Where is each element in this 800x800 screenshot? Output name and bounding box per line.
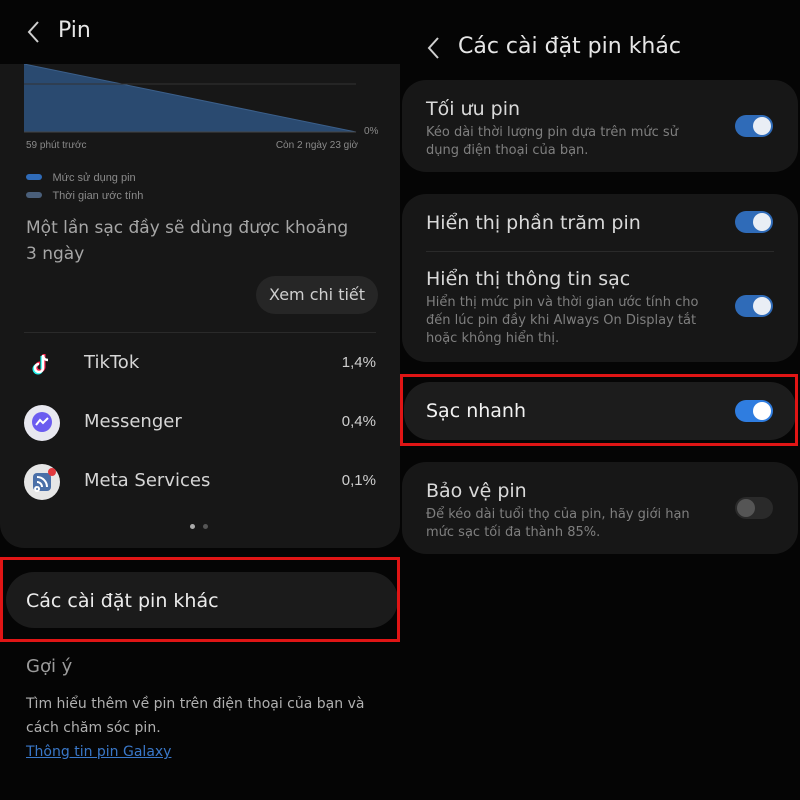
- legend-estimate-swatch: [26, 191, 42, 198]
- show-battery-percent-toggle[interactable]: [735, 211, 773, 233]
- app-usage-percent: 1,4%: [341, 354, 376, 371]
- charging-info-desc-2: đến lúc pin đầy khi Always On Display tắ…: [426, 313, 697, 328]
- estimate-text: Một lần sạc đầy sẽ dùng được khoảng: [26, 218, 349, 238]
- protect-battery-toggle[interactable]: [735, 497, 773, 519]
- legend-estimate-label: Thời gian ước tính: [52, 190, 144, 202]
- app-name: Meta Services: [84, 470, 211, 491]
- app-usage-percent: 0,4%: [341, 413, 376, 430]
- fast-charging-toggle[interactable]: [735, 400, 773, 422]
- legend-usage-swatch: [26, 173, 42, 180]
- legend-usage: Mức sử dụng pin: [26, 168, 143, 186]
- optimize-battery-desc-1: Kéo dài thời lượng pin dựa trên mức sử: [426, 125, 678, 140]
- battery-screen: Pin 0% 59 phút trước Còn 2 ngày 23 giờ M…: [0, 0, 400, 800]
- back-arrow-icon[interactable]: [24, 18, 44, 46]
- show-battery-percent-title: Hiển thị phần trăm pin: [426, 212, 641, 234]
- suggestion-text-1: Tìm hiểu thêm về pin trên điện thoại của…: [26, 696, 365, 712]
- chart-percent-label: 0%: [364, 126, 379, 137]
- page-indicator: [190, 516, 209, 534]
- optimize-battery-item[interactable]: Tối ưu pin Kéo dài thời lượng pin dựa tr…: [402, 80, 798, 172]
- toggle-knob: [753, 402, 771, 420]
- header: Pin: [0, 0, 400, 64]
- charging-info-desc-1: Hiển thị mức pin và thời gian ước tính c…: [426, 295, 699, 310]
- app-usage-percent: 0,1%: [341, 472, 376, 489]
- fast-charging-title: Sạc nhanh: [426, 400, 527, 422]
- tiktok-icon: [24, 346, 60, 382]
- suggestions-heading: Gợi ý: [26, 656, 73, 677]
- meta-services-icon: [24, 464, 60, 500]
- app-row-tiktok[interactable]: TikTok 1,4%: [24, 344, 376, 384]
- header: Các cài đặt pin khác: [400, 0, 800, 80]
- toggle-knob: [753, 213, 771, 231]
- more-battery-settings-item[interactable]: Các cài đặt pin khác: [6, 572, 398, 628]
- charging-info-title: Hiển thị thông tin sạc: [426, 268, 631, 290]
- app-row-meta-services[interactable]: Meta Services 0,1%: [24, 462, 376, 502]
- divider: [24, 332, 376, 333]
- display-settings-group: Hiển thị phần trăm pin Hiển thị thông ti…: [402, 194, 798, 362]
- page-dot-active: [190, 524, 195, 529]
- more-battery-settings-label: Các cài đặt pin khác: [26, 590, 219, 612]
- battery-usage-card: 0% 59 phút trước Còn 2 ngày 23 giờ Mức s…: [0, 64, 400, 548]
- app-name: TikTok: [84, 352, 140, 373]
- protect-battery-title: Bảo vệ pin: [426, 480, 527, 502]
- suggestion-text-2: cách chăm sóc pin.: [26, 720, 161, 736]
- chart-end-label: Còn 2 ngày 23 giờ: [275, 140, 358, 151]
- estimate-days: 3 ngày: [26, 244, 85, 264]
- view-details-button[interactable]: Xem chi tiết: [256, 276, 378, 314]
- app-row-messenger[interactable]: Messenger 0,4%: [24, 403, 376, 443]
- toggle-knob: [753, 297, 771, 315]
- optimize-battery-desc-2: dụng điện thoại của bạn.: [426, 143, 589, 158]
- chart-legend: Mức sử dụng pin Thời gian ước tính: [26, 168, 143, 204]
- show-battery-percent-item[interactable]: Hiển thị phần trăm pin: [402, 194, 798, 250]
- messenger-icon: [24, 405, 60, 441]
- protect-battery-desc-2: mức sạc tối đa thành 85%.: [426, 525, 601, 540]
- fast-charging-item[interactable]: Sạc nhanh: [404, 382, 796, 440]
- back-arrow-icon[interactable]: [424, 34, 444, 62]
- page-title: Pin: [58, 18, 91, 43]
- more-battery-settings-screen: Các cài đặt pin khác Tối ưu pin Kéo dài …: [400, 0, 800, 800]
- charging-info-toggle[interactable]: [735, 295, 773, 317]
- chart-start-label: 59 phút trước: [26, 140, 87, 151]
- galaxy-battery-info-link[interactable]: Thông tin pin Galaxy: [26, 744, 171, 760]
- legend-usage-label: Mức sử dụng pin: [52, 172, 136, 184]
- app-name: Messenger: [84, 411, 182, 432]
- toggle-knob: [737, 499, 755, 517]
- legend-estimate: Thời gian ước tính: [26, 186, 143, 204]
- optimize-battery-title: Tối ưu pin: [426, 98, 521, 120]
- usage-chart: [24, 64, 357, 133]
- charging-info-item[interactable]: Hiển thị thông tin sạc Hiển thị mức pin …: [402, 252, 798, 362]
- charging-info-desc-3: hoặc không hiển thị.: [426, 331, 560, 346]
- page-dot: [203, 524, 209, 529]
- protect-battery-item[interactable]: Bảo vệ pin Để kéo dài tuổi thọ của pin, …: [402, 462, 798, 554]
- toggle-knob: [753, 117, 771, 135]
- protect-battery-desc-1: Để kéo dài tuổi thọ của pin, hãy giới hạ…: [426, 507, 690, 522]
- optimize-battery-toggle[interactable]: [735, 115, 773, 137]
- page-title: Các cài đặt pin khác: [458, 34, 681, 59]
